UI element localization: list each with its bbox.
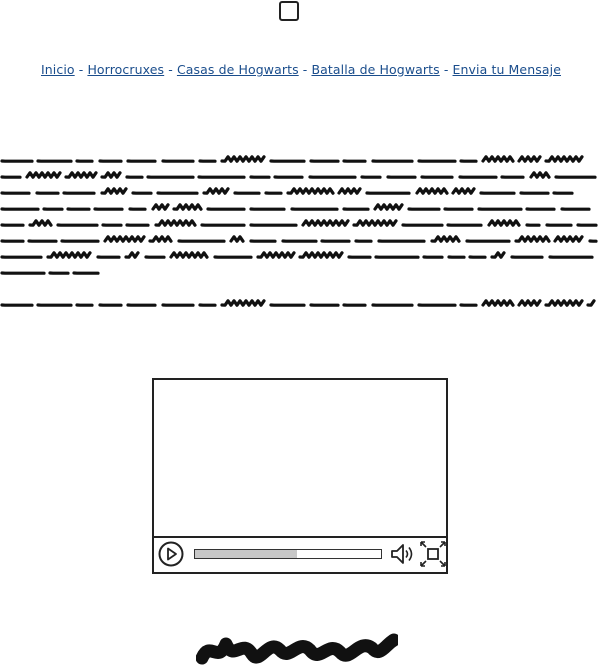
placeholder-word <box>354 221 396 225</box>
placeholder-word <box>105 237 144 241</box>
placeholder-word <box>126 253 138 257</box>
placeholder-word <box>231 237 243 241</box>
placeholder-word <box>483 301 513 305</box>
placeholder-word <box>492 253 504 257</box>
placeholder-word <box>66 173 96 177</box>
placeholder-word <box>102 173 120 177</box>
placeholder-word <box>516 237 549 241</box>
nav-separator: - <box>75 62 88 77</box>
footer-placeholder <box>196 632 398 668</box>
progress-fill <box>195 550 297 558</box>
placeholder-word <box>519 157 540 161</box>
placeholder-word <box>30 221 51 225</box>
main-nav: Inicio - Horrocruxes - Casas de Hogwarts… <box>0 62 602 77</box>
placeholder-word <box>531 173 549 177</box>
placeholder-paragraph <box>0 150 602 280</box>
placeholder-paragraph <box>0 290 602 314</box>
placeholder-word <box>546 301 582 305</box>
nav-separator: - <box>440 62 453 77</box>
placeholder-word <box>171 253 207 257</box>
placeholder-word <box>546 157 582 161</box>
placeholder-word <box>489 221 519 225</box>
placeholder-word <box>204 189 228 193</box>
placeholder-word <box>417 189 447 193</box>
nav-link-horrocruxes[interactable]: Horrocruxes <box>87 62 164 77</box>
placeholder-word <box>153 205 168 209</box>
placeholder-word <box>519 301 540 305</box>
placeholder-word <box>258 253 294 257</box>
placeholder-word <box>102 189 126 193</box>
placeholder-word <box>288 189 333 193</box>
placeholder-word <box>483 157 513 161</box>
fullscreen-icon[interactable] <box>420 541 446 567</box>
placeholder-word <box>150 237 171 241</box>
nav-separator: - <box>299 62 312 77</box>
placeholder-word <box>555 237 582 241</box>
placeholder-word <box>222 301 264 305</box>
placeholder-word <box>174 205 201 209</box>
placeholder-word <box>588 301 594 305</box>
progress-bar[interactable] <box>194 549 382 559</box>
nav-link-inicio[interactable]: Inicio <box>41 62 75 77</box>
placeholder-word <box>339 189 360 193</box>
placeholder-word <box>375 205 402 209</box>
nav-link-mensaje[interactable]: Envia tu Mensaje <box>453 62 561 77</box>
placeholder-word <box>453 189 474 193</box>
nav-link-batalla[interactable]: Batalla de Hogwarts <box>311 62 439 77</box>
play-icon[interactable] <box>158 541 184 567</box>
nav-link-casas[interactable]: Casas de Hogwarts <box>177 62 299 77</box>
video-controls <box>154 536 446 572</box>
video-player[interactable] <box>152 378 448 574</box>
placeholder-word <box>222 157 264 161</box>
placeholder-word <box>300 253 342 257</box>
placeholder-word <box>303 221 348 225</box>
placeholder-word <box>27 173 60 177</box>
placeholder-word <box>432 237 459 241</box>
volume-icon[interactable] <box>390 542 416 566</box>
placeholder-word <box>156 221 195 225</box>
placeholder-word <box>48 253 90 257</box>
checkbox[interactable] <box>279 1 299 21</box>
nav-separator: - <box>164 62 177 77</box>
